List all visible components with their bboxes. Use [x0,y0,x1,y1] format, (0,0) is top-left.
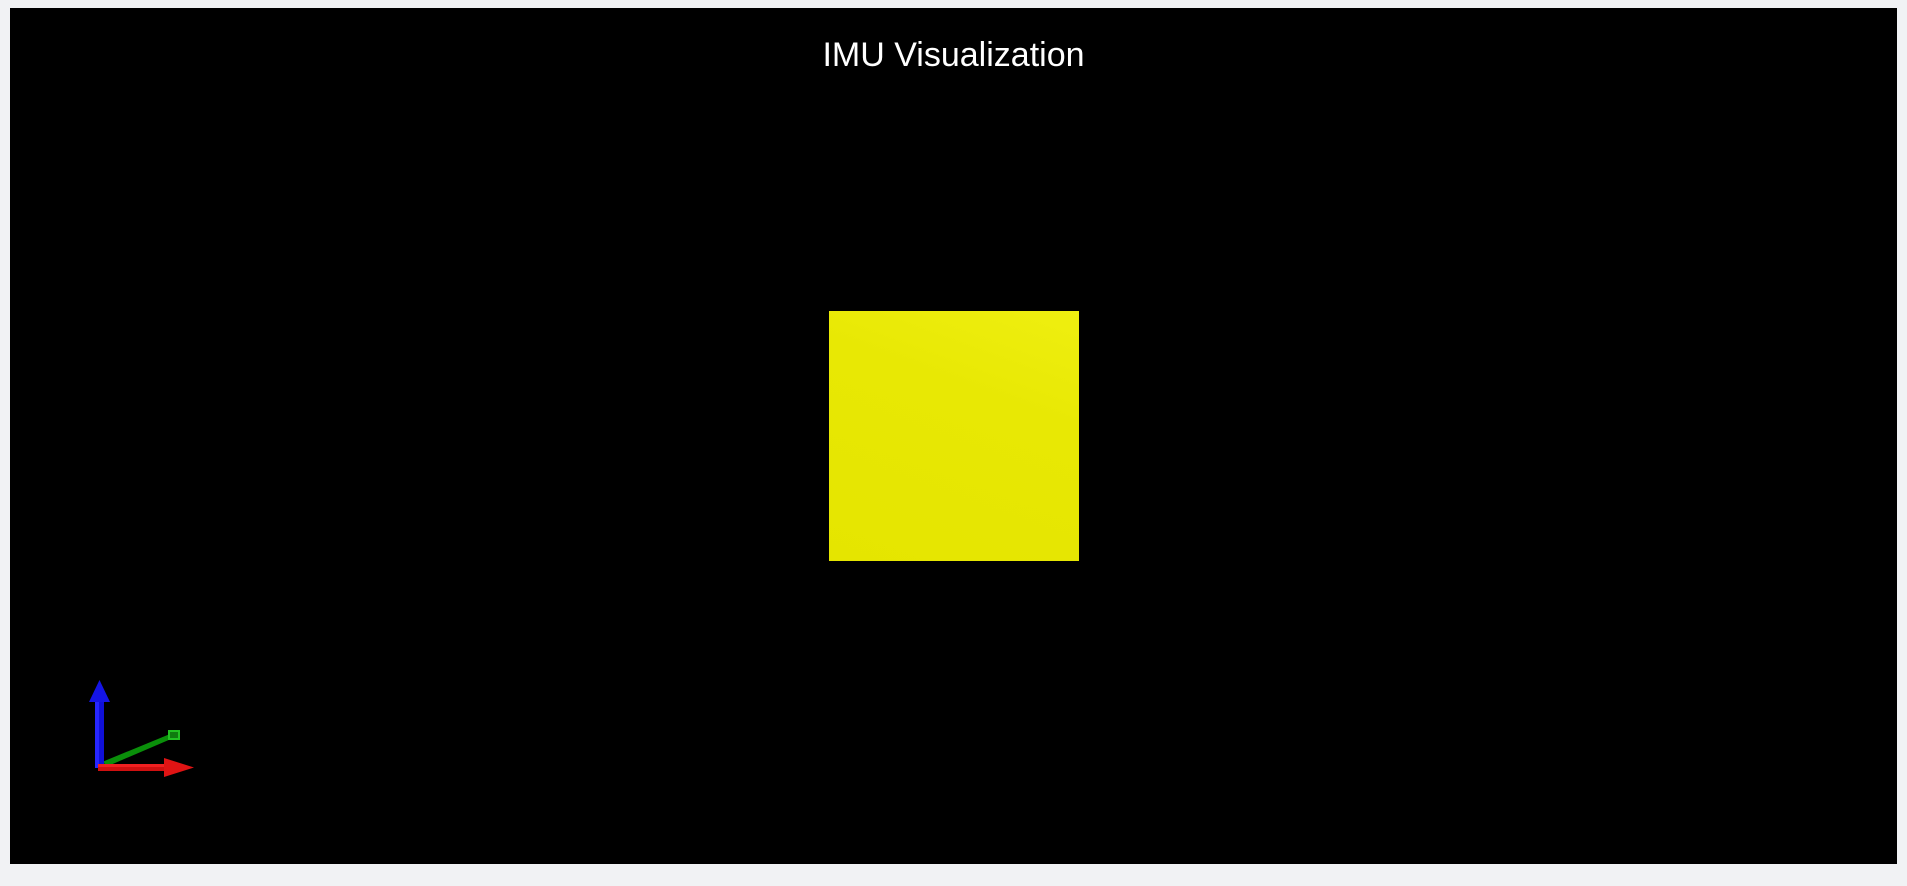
z-axis-arrow [89,680,110,768]
imu-cube [829,311,1079,561]
axes-helper-icon [89,680,194,777]
visualization-title: IMU Visualization [822,36,1085,74]
3d-viewport[interactable]: IMU Visualization [10,8,1897,864]
